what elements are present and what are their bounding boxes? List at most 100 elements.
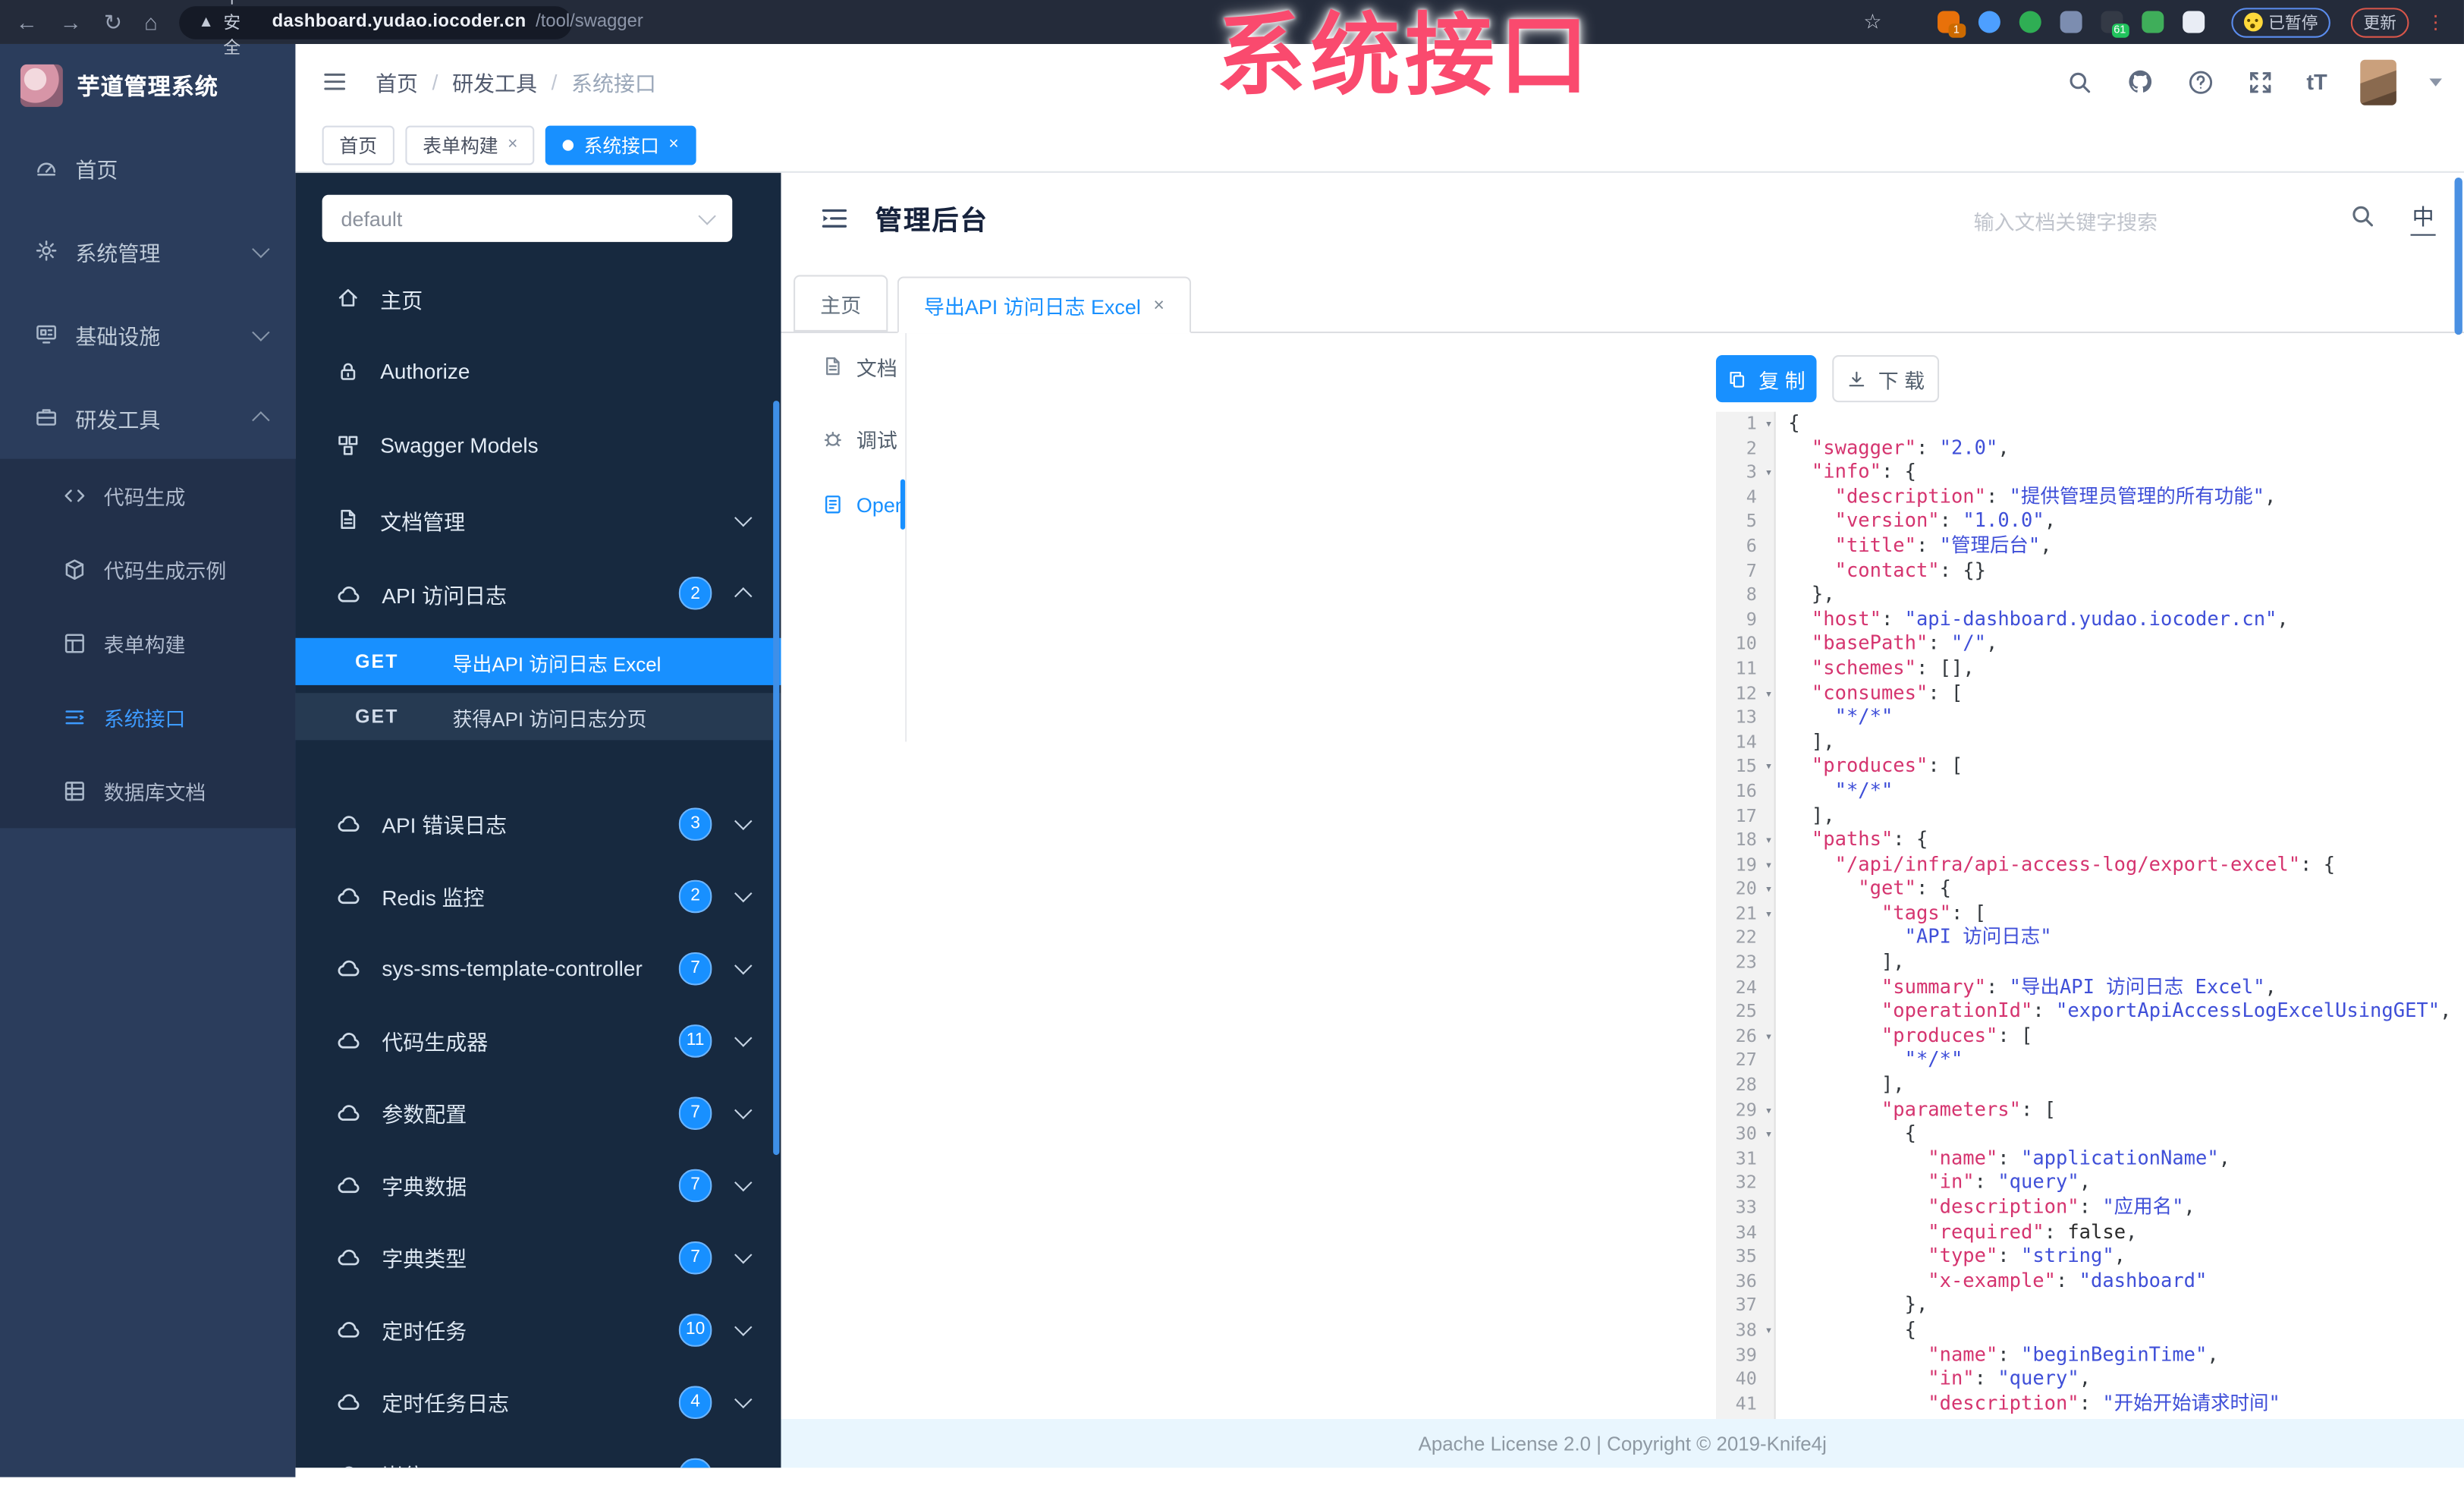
tag-group-row[interactable]: sys-sms-template-controller 7 (295, 932, 781, 1004)
count-badge: 10 (678, 1313, 712, 1346)
fold-caret-icon[interactable]: ▾ (1765, 1122, 1773, 1147)
swagger-menu-item[interactable]: 主页 (295, 261, 781, 335)
sidebar-subitem-box[interactable]: 代码生成示例 (0, 533, 295, 606)
swagger-operations: GET 导出API 访问日志 Excel GET 获得API 访问日志分页 (295, 637, 781, 741)
sidebar-subitem-code[interactable]: 代码生成 (0, 459, 295, 533)
ext-orange-icon[interactable]: 1 (1937, 11, 1966, 38)
browser-menu-kebab-icon[interactable]: ⋮ (2426, 11, 2445, 33)
sidebar-item-infra[interactable]: 基础设施 (0, 292, 295, 376)
page-scrollbar-thumb[interactable] (2454, 178, 2462, 335)
fold-caret-icon[interactable]: ▾ (1765, 412, 1773, 436)
font-size-icon[interactable]: tT (2306, 69, 2327, 94)
tag-group-row[interactable]: 字典数据 7 (295, 1149, 781, 1221)
tag-group-row[interactable]: 字典类型 7 (295, 1221, 781, 1293)
browser-reload-icon[interactable]: ↻ (104, 11, 122, 33)
search-icon[interactable] (2066, 68, 2092, 95)
swagger-menu-item[interactable]: Swagger Models (295, 408, 781, 482)
sidebar-item-dashboard[interactable]: 首页 (0, 126, 295, 209)
tag-group-row[interactable]: API 错误日志 3 (295, 788, 781, 860)
sidebar-item-tools[interactable]: 研发工具 (0, 376, 295, 459)
breadcrumb-item[interactable]: 首页 (376, 66, 418, 97)
sidebar-subitem-db[interactable]: 数据库文档 (0, 754, 295, 828)
fold-caret-icon[interactable]: ▾ (1765, 877, 1773, 901)
sidebar-scrollbar-thumb[interactable] (773, 401, 780, 1156)
doc-tab[interactable]: 主页 (794, 275, 888, 332)
operation-row[interactable]: GET 获得API 访问日志分页 (295, 693, 781, 741)
address-bar[interactable]: ▲ 不安全 dashboard.yudao.iocoder.cn/tool/sw… (179, 0, 643, 58)
breadcrumb-separator: / (432, 70, 438, 94)
close-icon[interactable]: × (1153, 294, 1164, 316)
swagger-menu-item[interactable]: API 访问日志 2 (295, 556, 781, 630)
update-pill[interactable]: 更新 (2350, 7, 2409, 37)
bookmark-star-icon[interactable]: ☆ (1863, 9, 1881, 34)
paused-extension-pill[interactable]: 已暂停 (2230, 7, 2330, 37)
tag-group-row[interactable]: 定时任务 10 (295, 1293, 781, 1365)
breadcrumb-item[interactable]: 研发工具 (452, 66, 537, 97)
fold-caret-icon[interactable]: ▾ (1765, 461, 1773, 485)
collapse-sidebar-icon[interactable] (819, 203, 850, 234)
close-icon[interactable]: × (668, 136, 678, 154)
tag-group-label: 字典类型 (382, 1247, 467, 1272)
tag-group-row[interactable]: 代码生成器 11 (295, 1004, 781, 1076)
download-button[interactable]: 下 载 (1832, 355, 1940, 403)
doc-search-input[interactable]: 输入文档关键字搜索 (1974, 206, 2288, 235)
count-badge: 2 (678, 879, 712, 913)
sidebar-submenu: 代码生成 代码生成示例 表单构建 系统接口 数据库文档 (0, 458, 296, 829)
ext-dark-jar-icon[interactable]: 61 (2100, 11, 2129, 38)
tag-group-label: Redis 监控 (382, 886, 485, 911)
fold-caret-icon[interactable]: ▾ (1765, 1024, 1773, 1049)
tag-tab[interactable]: 首页 (322, 125, 394, 165)
fold-caret-icon[interactable]: ▾ (1765, 853, 1773, 877)
tag-tab[interactable]: 系统接口 × (545, 125, 696, 165)
chevron-down-icon[interactable] (2429, 77, 2442, 86)
fold-caret-icon[interactable]: ▾ (1765, 681, 1773, 706)
ext-green-check-icon[interactable] (2018, 11, 2041, 33)
tag-group-row[interactable]: 参数配置 7 (295, 1077, 781, 1149)
browser-home-icon[interactable]: ⌂ (144, 11, 158, 33)
tag-group-row[interactable]: 岗位 (295, 1438, 781, 1468)
code-line: "basePath": "/", (1811, 632, 1998, 655)
ext-blue-drop-icon[interactable] (1977, 11, 2000, 33)
browser-back-icon[interactable]: ← (16, 11, 38, 33)
tag-group-row[interactable]: 定时任务日志 4 (295, 1366, 781, 1438)
fold-caret-icon[interactable]: ▾ (1765, 829, 1773, 853)
fold-caret-icon[interactable]: ▾ (1765, 901, 1773, 926)
language-toggle-icon[interactable]: 中 (2410, 201, 2436, 236)
help-icon[interactable] (2187, 68, 2214, 95)
fold-caret-icon[interactable]: ▾ (1765, 755, 1773, 779)
swagger-menu-item[interactable]: 文档管理 (295, 483, 781, 556)
chevron-down-icon (734, 1462, 753, 1468)
chevron-down-icon (734, 1246, 753, 1264)
sidebar-subitem-api[interactable]: 系统接口 (0, 681, 295, 754)
operation-row[interactable]: GET 导出API 访问日志 Excel (295, 637, 781, 685)
ext-paw-icon[interactable] (2182, 11, 2205, 33)
fold-caret-icon[interactable]: ▾ (1765, 1318, 1773, 1342)
fold-caret-icon[interactable]: ▾ (1765, 1098, 1773, 1122)
api-group-select[interactable]: default (322, 194, 733, 242)
github-icon[interactable] (2126, 68, 2154, 96)
ext-grid-icon[interactable] (2059, 11, 2082, 33)
ext-leaf-icon[interactable] (2141, 11, 2164, 33)
ext-orange-badge: 1 (1947, 24, 1966, 38)
rail-item-文档[interactable]: 文档 (781, 342, 907, 389)
tag-group-row[interactable]: Redis 监控 2 (295, 860, 781, 932)
line-number: 19 ▾ (1716, 853, 1774, 877)
swagger-menu-item[interactable]: Authorize (295, 335, 781, 408)
user-avatar[interactable] (2360, 58, 2396, 105)
copy-button[interactable]: 复 制 (1715, 355, 1817, 403)
browser-forward-icon[interactable]: → (60, 11, 82, 33)
hamburger-icon[interactable] (322, 69, 347, 94)
code-line: "description": "应用名", (1928, 1195, 2195, 1218)
doc-tab[interactable]: 导出API 访问日志 Excel × (897, 276, 1192, 334)
fullscreen-icon[interactable] (2247, 68, 2274, 95)
line-number: 38 ▾ (1716, 1318, 1774, 1342)
tag-tab[interactable]: 表单构建 × (405, 125, 536, 165)
sidebar-subitem-form[interactable]: 表单构建 (0, 606, 295, 680)
rail-item-Open[interactable]: Open (781, 481, 907, 528)
rail-item-调试[interactable]: 调试 (781, 415, 907, 462)
insecure-warning-icon: ▲ (198, 13, 214, 31)
sidebar-item-gear[interactable]: 系统管理 (0, 209, 295, 292)
doc-search-icon[interactable] (2349, 203, 2376, 229)
close-icon[interactable]: × (508, 136, 517, 154)
rail-item-label: 文档 (856, 356, 897, 380)
